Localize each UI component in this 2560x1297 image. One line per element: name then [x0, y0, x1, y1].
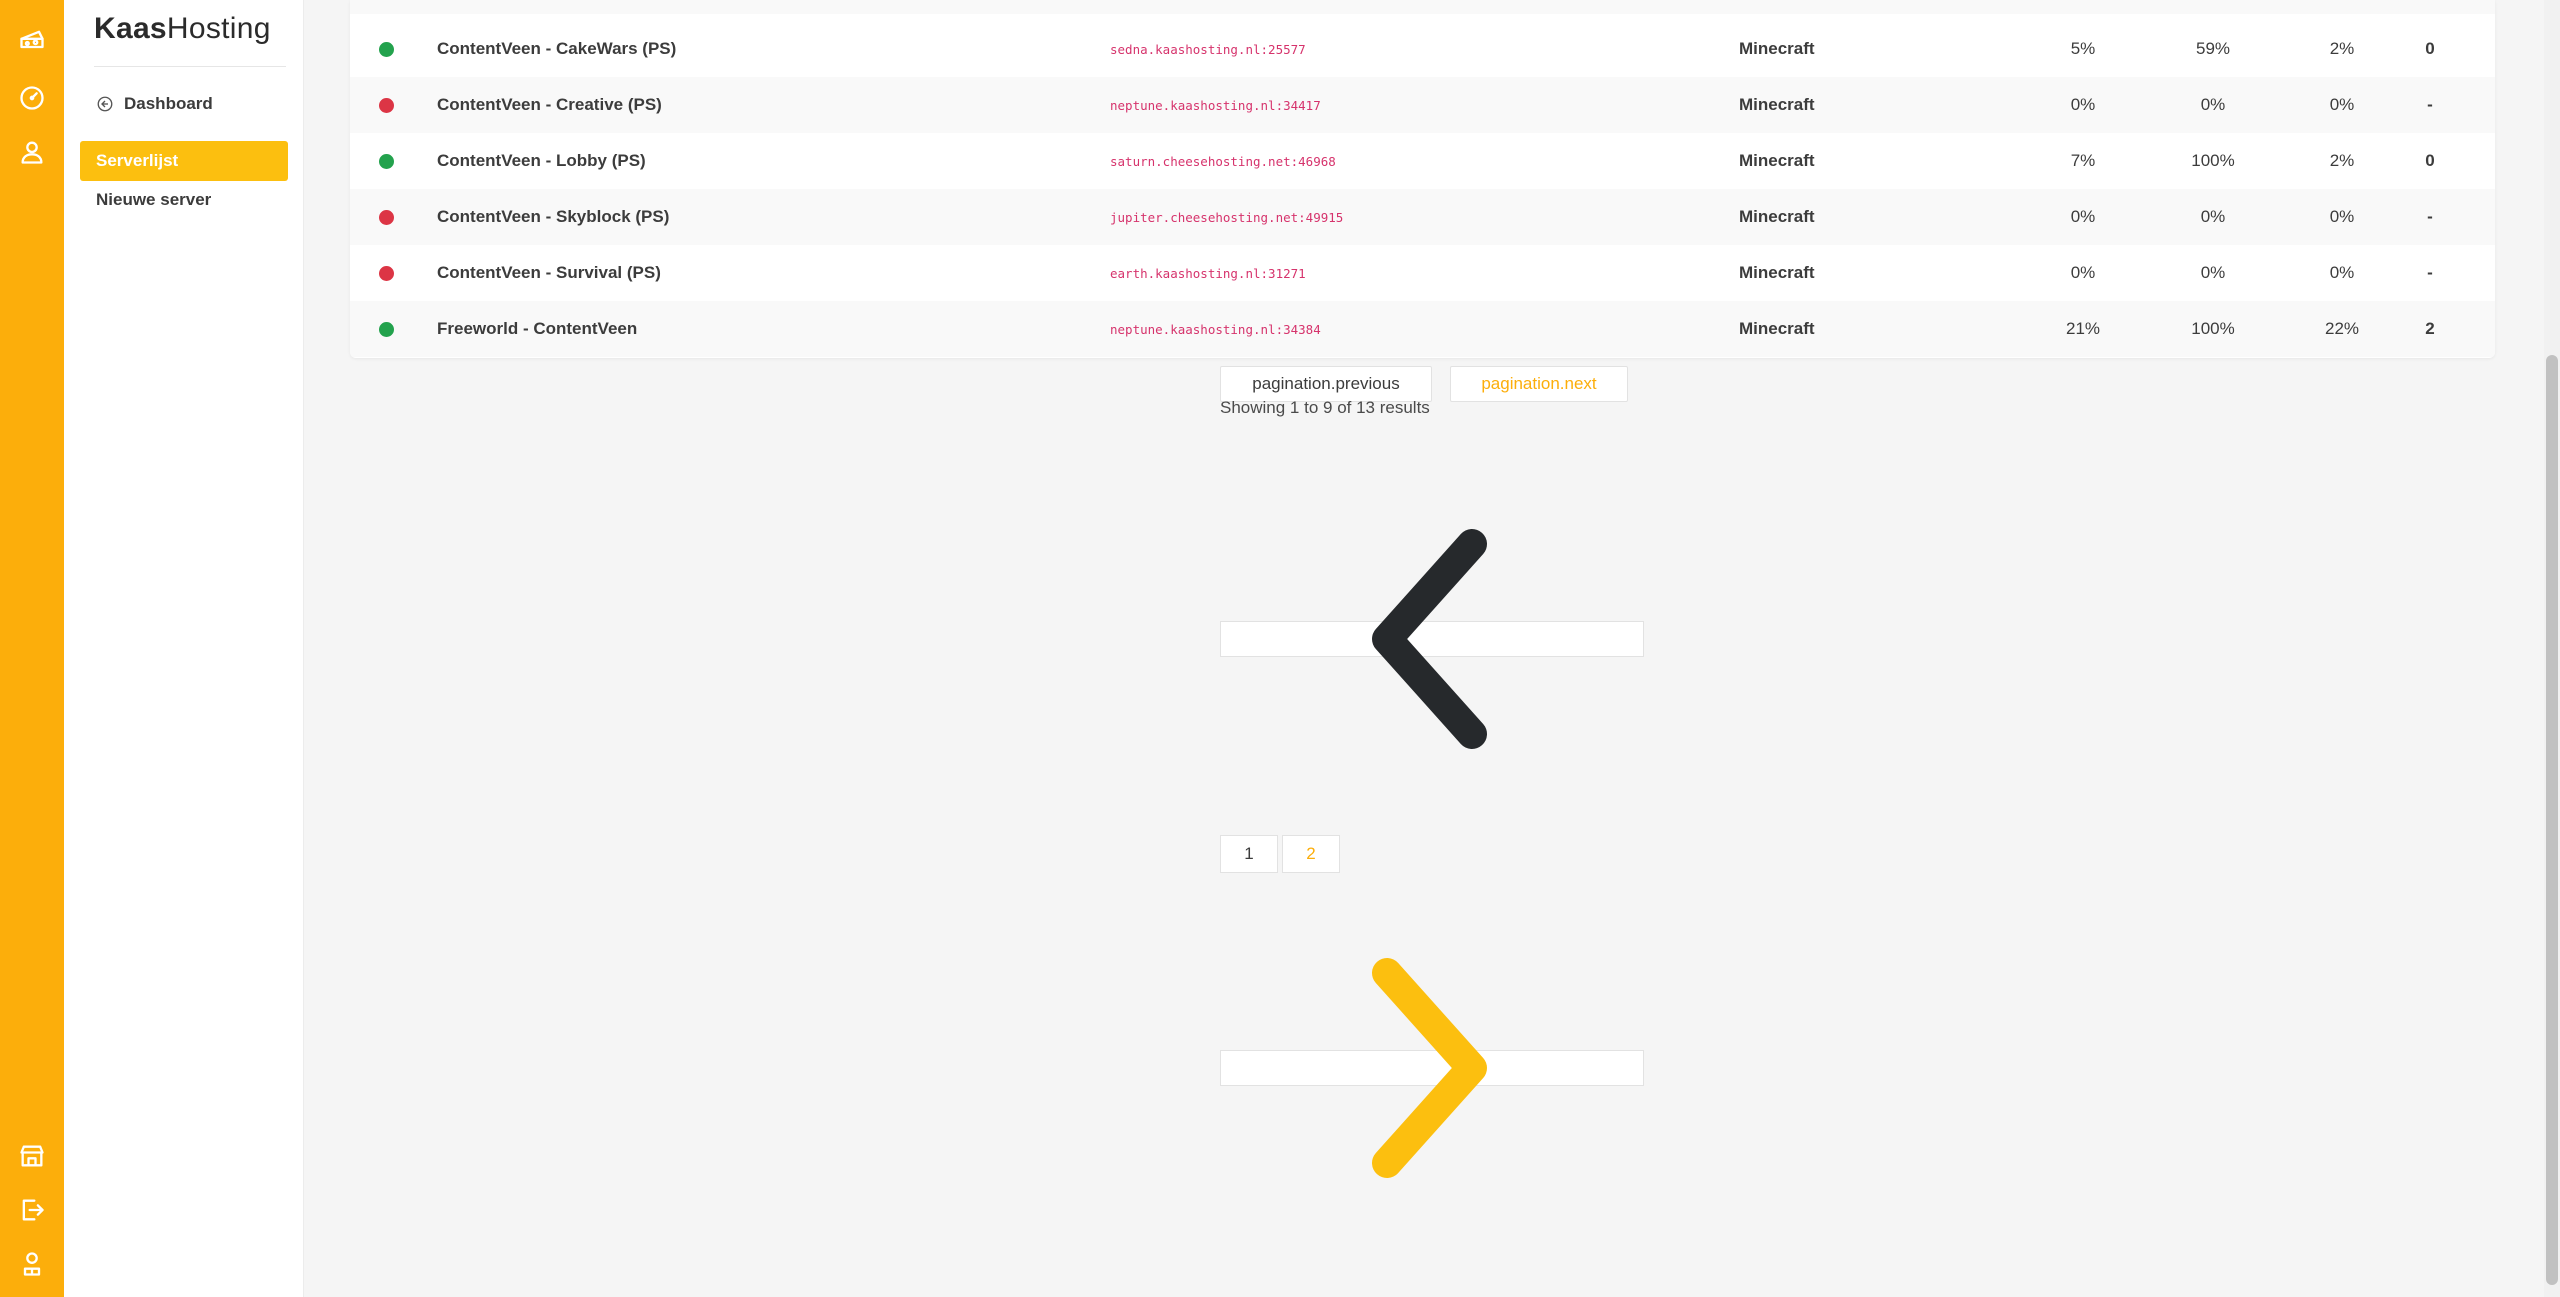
- user-icon[interactable]: [16, 136, 48, 168]
- server-disk: 0%: [2329, 263, 2355, 282]
- server-players: -: [2427, 263, 2433, 282]
- server-address: earth.kaashosting.nl:31271: [1110, 265, 1306, 281]
- brand-logo[interactable]: KaasHosting: [94, 12, 271, 46]
- dashboard-gauge-icon[interactable]: [16, 82, 48, 114]
- scrollbar[interactable]: [2544, 0, 2560, 1297]
- table-row[interactable]: ContentVeen - CakeWars (PS) sedna.kaashos…: [350, 21, 2495, 77]
- pagination-summary: Showing 1 to 9 of 13 results: [1220, 398, 1430, 417]
- icon-rail: [0, 0, 64, 1297]
- server-name[interactable]: ContentVeen - Creative (PS): [437, 77, 662, 133]
- table-row[interactable]: ContentVeen - Skyblock (PS) jupiter.chees…: [350, 189, 2495, 245]
- table-row[interactable]: ContentVeen - Creative (PS) neptune.kaash…: [350, 77, 2495, 133]
- store-icon[interactable]: [16, 1140, 48, 1172]
- sidebar-item-nieuwe-server[interactable]: Nieuwe server: [80, 180, 288, 220]
- server-ram: 0%: [2200, 95, 2226, 114]
- sidebar-item-label: Serverlijst: [96, 151, 179, 170]
- server-name[interactable]: ContentVeen - Lobby (PS): [437, 133, 646, 189]
- status-dot: [379, 41, 394, 57]
- logout-icon[interactable]: [16, 1194, 48, 1226]
- server-ram: 100%: [2191, 319, 2235, 338]
- server-disk: 0%: [2329, 95, 2355, 114]
- status-dot: [379, 209, 394, 225]
- table-row-partial: [350, 0, 2495, 14]
- server-table: ContentVeen - CakeWars (PS) sedna.kaashos…: [350, 0, 2495, 358]
- server-game: Minecraft: [1739, 319, 1815, 338]
- server-cpu: 0%: [2070, 263, 2096, 282]
- profile-icon[interactable]: [16, 1248, 48, 1280]
- server-address: neptune.kaashosting.nl:34384: [1110, 321, 1321, 337]
- server-name[interactable]: Freeworld - ContentVeen: [437, 301, 637, 357]
- server-disk: 0%: [2329, 207, 2355, 226]
- server-game: Minecraft: [1739, 151, 1815, 170]
- server-address: jupiter.cheesehosting.net:49915: [1110, 209, 1344, 225]
- chevron-right-icon[interactable]: [1357, 953, 1507, 1188]
- sidebar: KaasHosting Dashboard Serverlijst Nieuwe…: [64, 0, 304, 1297]
- status-dot: [379, 265, 394, 281]
- server-players: 2: [2425, 319, 2435, 338]
- status-dot: [379, 97, 394, 113]
- server-cpu: 0%: [2070, 95, 2096, 114]
- back-arrow-icon: [97, 96, 113, 112]
- server-name[interactable]: ContentVeen - Survival (PS): [437, 245, 661, 301]
- server-players: 0: [2425, 151, 2435, 170]
- sidebar-item-label: Nieuwe server: [96, 190, 212, 209]
- dashboard-back-link[interactable]: Dashboard: [96, 90, 213, 118]
- scrollbar-thumb[interactable]: [2546, 355, 2558, 1285]
- page-2-button[interactable]: 2: [1282, 835, 1340, 873]
- pagination-next-button[interactable]: pagination.next: [1450, 366, 1628, 402]
- server-name[interactable]: ContentVeen - Skyblock (PS): [437, 189, 669, 245]
- server-cpu: 7%: [2070, 151, 2096, 170]
- dashboard-back-label: Dashboard: [124, 94, 213, 113]
- server-game: Minecraft: [1739, 95, 1815, 114]
- server-players: -: [2427, 95, 2433, 114]
- server-ram: 59%: [2195, 39, 2231, 58]
- server-address: sedna.kaashosting.nl:25577: [1110, 41, 1306, 57]
- server-players: 0: [2425, 39, 2435, 58]
- server-disk: 2%: [2329, 39, 2355, 58]
- server-disk: 2%: [2329, 151, 2355, 170]
- server-ram: 100%: [2191, 151, 2235, 170]
- status-dot: [379, 153, 394, 169]
- server-cpu: 5%: [2070, 39, 2096, 58]
- sidebar-item-serverlijst[interactable]: Serverlijst: [80, 141, 288, 181]
- table-row[interactable]: ContentVeen - Lobby (PS) saturn.cheesehos…: [350, 133, 2495, 189]
- server-game: Minecraft: [1739, 263, 1815, 282]
- server-game: Minecraft: [1739, 207, 1815, 226]
- table-row[interactable]: Freeworld - ContentVeen neptune.kaashosti…: [350, 301, 2495, 357]
- cheese-icon[interactable]: [16, 24, 48, 56]
- status-dot: [379, 321, 394, 337]
- server-cpu: 21%: [2065, 319, 2101, 338]
- server-address: saturn.cheesehosting.net:46968: [1110, 153, 1336, 169]
- main-content: ContentVeen - CakeWars (PS) sedna.kaashos…: [304, 0, 2544, 1297]
- chevron-left-icon[interactable]: [1357, 524, 1507, 759]
- server-cpu: 0%: [2070, 207, 2096, 226]
- server-game: Minecraft: [1739, 39, 1815, 58]
- brand-divider: [94, 66, 286, 67]
- server-ram: 0%: [2200, 263, 2226, 282]
- server-disk: 22%: [2324, 319, 2360, 338]
- table-row[interactable]: ContentVeen - Survival (PS) earth.kaashos…: [350, 245, 2495, 301]
- pagination-previous-button[interactable]: pagination.previous: [1220, 366, 1432, 402]
- server-players: -: [2427, 207, 2433, 226]
- server-address: neptune.kaashosting.nl:34417: [1110, 97, 1321, 113]
- server-name[interactable]: ContentVeen - CakeWars (PS): [437, 21, 676, 77]
- page-1-button[interactable]: 1: [1220, 835, 1278, 873]
- server-ram: 0%: [2200, 207, 2226, 226]
